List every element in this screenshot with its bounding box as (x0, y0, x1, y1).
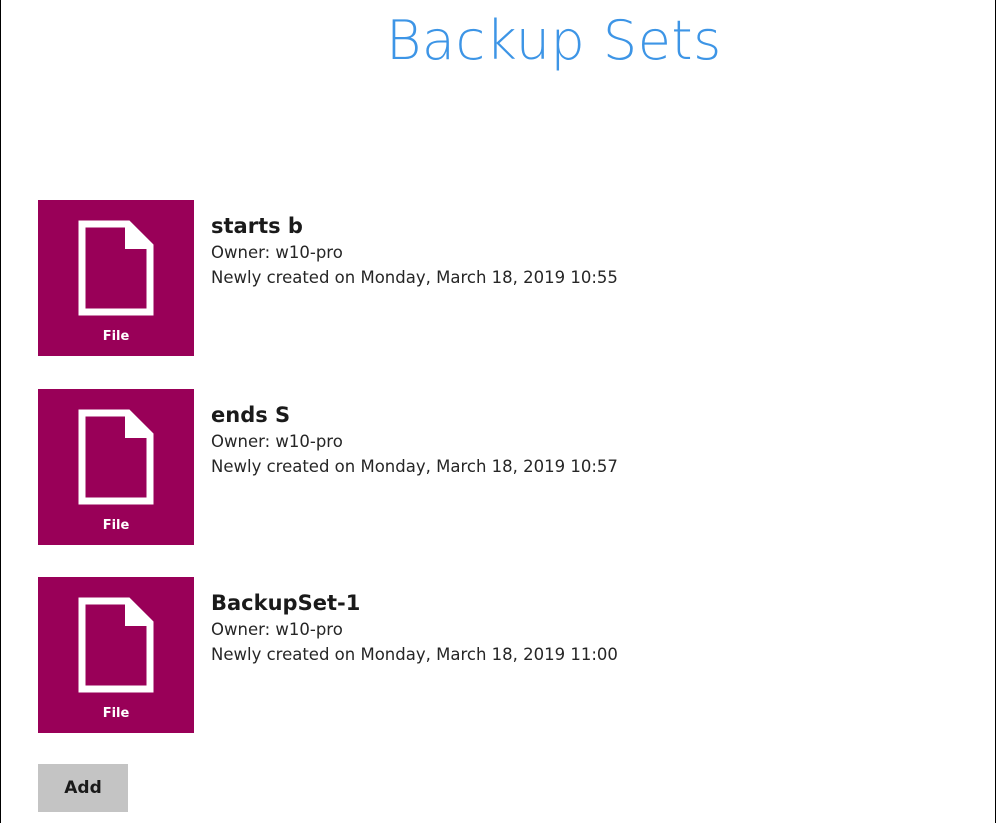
backup-set-owner: Owner: w10-pro (211, 243, 343, 262)
backup-set-name[interactable]: starts b (211, 212, 618, 240)
page-title: Backup Sets (386, 9, 722, 72)
tile-type-label: File (102, 706, 130, 721)
backup-set-created: Newly created on Monday, March 18, 2019 … (211, 268, 618, 287)
backup-set-info: BackupSet-1 Owner: w10-pro Newly created… (211, 589, 618, 667)
file-icon (78, 220, 154, 316)
backup-set-tile[interactable]: File (38, 577, 194, 733)
backup-set-name[interactable]: ends S (211, 401, 618, 429)
file-icon (78, 409, 154, 505)
backup-set-tile[interactable]: File (38, 200, 194, 356)
backup-set-info: starts b Owner: w10-pro Newly created on… (211, 212, 618, 290)
backup-set-item[interactable]: File ends S Owner: w10-pro Newly created… (38, 389, 738, 545)
backup-set-tile[interactable]: File (38, 389, 194, 545)
backup-set-owner: Owner: w10-pro (211, 620, 343, 639)
tile-type-label: File (102, 329, 130, 344)
backup-set-created: Newly created on Monday, March 18, 2019 … (211, 645, 618, 664)
tile-type-label: File (102, 518, 130, 533)
add-button[interactable]: Add (38, 764, 128, 812)
file-icon (78, 597, 154, 693)
backup-set-item[interactable]: File BackupSet-1 Owner: w10-pro Newly cr… (38, 577, 738, 733)
backup-set-info: ends S Owner: w10-pro Newly created on M… (211, 401, 618, 479)
backup-set-name[interactable]: BackupSet-1 (211, 589, 618, 617)
backup-set-created: Newly created on Monday, March 18, 2019 … (211, 457, 618, 476)
backup-set-owner: Owner: w10-pro (211, 432, 343, 451)
backup-set-item[interactable]: File starts b Owner: w10-pro Newly creat… (38, 200, 738, 356)
